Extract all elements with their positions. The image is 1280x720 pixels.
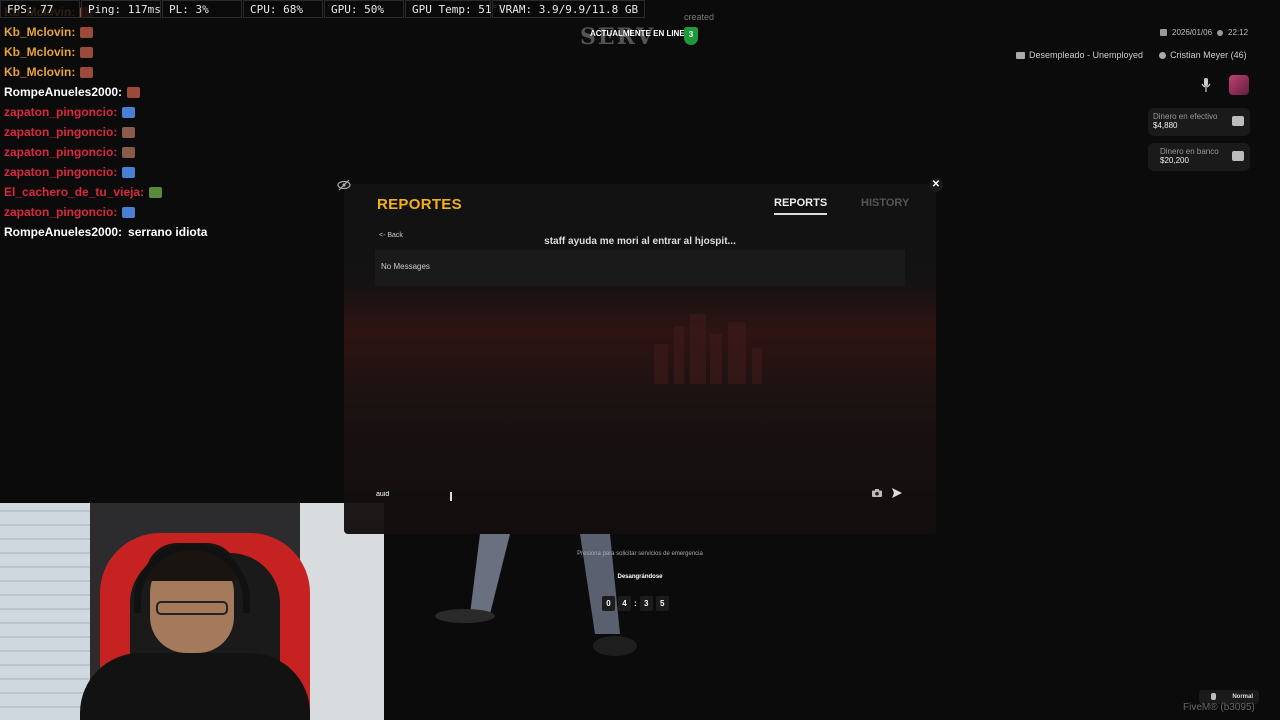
glasses <box>156 601 228 615</box>
emote-icon <box>122 206 136 218</box>
bank-value: $20,200 <box>1160 156 1189 165</box>
job-label: Desempleado - Unemployed <box>1029 50 1144 60</box>
chat-username: zapaton_pingoncio: <box>4 125 118 139</box>
emote-icon <box>122 106 136 118</box>
bank-icon <box>1232 151 1244 161</box>
message-input[interactable] <box>374 484 858 504</box>
clock-icon <box>1217 29 1224 36</box>
chat-message: zapaton_pingoncio: <box>4 142 344 162</box>
fivem-watermark: FiveM® (b3095) <box>1183 702 1255 713</box>
gpu-temp-readout: GPU Temp: 51°C <box>405 0 505 18</box>
player-label: Cristian Meyer (46) <box>1170 50 1247 60</box>
no-messages-label: No Messages <box>381 262 430 271</box>
microphone-icon <box>1211 693 1216 700</box>
respawn-timer: 0 4 : 3 5 <box>602 596 669 611</box>
webcam-wall <box>300 503 384 720</box>
chat-username: zapaton_pingoncio: <box>4 165 118 179</box>
cpu-readout: CPU: 68% <box>243 0 323 18</box>
chat-message: Kb_Mclovin: <box>4 42 344 62</box>
calendar-icon <box>1160 29 1167 36</box>
chat-message: RompeAnueles2000: serrano idiota <box>4 222 344 242</box>
chat-username: zapaton_pingoncio: <box>4 145 118 159</box>
streamer-body <box>80 653 310 720</box>
webcam-wall <box>0 503 90 720</box>
chat-username: zapaton_pingoncio: <box>4 205 118 219</box>
timer-digit: 4 <box>618 596 631 611</box>
chat-username: RompeAnueles2000: <box>4 225 123 239</box>
date-label: 2026/01/06 <box>1172 28 1213 37</box>
chat-message: zapaton_pingoncio: <box>4 202 344 222</box>
date-time: 2026/01/06 22:12 <box>1160 28 1248 37</box>
packet-loss-readout: PL: 3% <box>162 0 242 18</box>
wallet-icon <box>1232 116 1244 126</box>
briefcase-icon <box>1016 52 1025 60</box>
chat-message: Kb_Mclovin: <box>4 62 344 82</box>
timer-digit: 0 <box>602 596 615 611</box>
performance-overlay: FPS: 77 Ping: 117ms PL: 3% CPU: 68% GPU:… <box>0 0 646 18</box>
emote-icon <box>149 186 163 198</box>
close-button[interactable]: ✕ <box>929 178 943 192</box>
emote-icon <box>122 166 136 178</box>
cash-label: Dinero en efectivo <box>1153 112 1218 121</box>
chat-message: zapaton_pingoncio: <box>4 162 344 182</box>
send-icon[interactable] <box>892 488 902 498</box>
timer-digit: 5 <box>655 596 669 611</box>
time-label: 22:12 <box>1228 28 1249 37</box>
tab-reports[interactable]: REPORTS <box>774 197 828 215</box>
emote-icon <box>127 86 141 98</box>
cash-value: $4,880 <box>1153 121 1178 130</box>
emote-icon <box>80 46 94 58</box>
chat-message: zapaton_pingoncio: <box>4 102 344 122</box>
bank-card: Dinero en banco $20,200 <box>1148 143 1250 171</box>
reports-modal: REPORTES REPORTS HISTORY <- Back staff a… <box>344 184 936 534</box>
timer-separator: : <box>634 599 637 608</box>
chat-message: zapaton_pingoncio: <box>4 122 344 142</box>
voice-mode-label: Normal <box>1232 694 1253 700</box>
tab-history[interactable]: HISTORY <box>861 197 909 209</box>
chat-username: Kb_Mclovin: <box>4 25 76 39</box>
job-info: Desempleado - Unemployed Cristian Meyer … <box>1016 50 1247 60</box>
gpu-readout: GPU: 50% <box>324 0 404 18</box>
notification-text: created <box>684 12 715 22</box>
stream-chat: Kb_Mclovin:Kb_Mclovin:Kb_Mclovin:Kb_Mclo… <box>4 2 344 242</box>
webcam-feed <box>0 503 384 720</box>
vram-readout: VRAM: 3.9/9.9/11.8 GB <box>492 0 646 18</box>
chat-username: zapaton_pingoncio: <box>4 105 118 119</box>
emote-icon <box>122 126 136 138</box>
chat-username: Kb_Mclovin: <box>4 45 76 59</box>
fps-readout: FPS: 77 <box>0 0 80 18</box>
emote-icon <box>80 66 94 78</box>
chat-message: RompeAnueles2000: <box>4 82 344 102</box>
city-skyline-background <box>644 304 784 384</box>
player-avatar <box>1229 75 1249 95</box>
chat-message: Kb_Mclovin: <box>4 22 344 42</box>
text-cursor <box>450 492 452 501</box>
chat-message: El_cachero_de_tu_vieja: <box>4 182 344 202</box>
emote-icon <box>80 26 94 38</box>
report-subject: staff ayuda me mori al entrar al hjospit… <box>544 236 736 247</box>
modal-title: REPORTES <box>377 196 462 213</box>
emote-icon <box>122 146 136 158</box>
user-icon <box>1159 52 1167 60</box>
chat-username: RompeAnueles2000: <box>4 85 123 99</box>
chat-username: El_cachero_de_tu_vieja: <box>4 185 145 199</box>
chat-username: Kb_Mclovin: <box>4 65 76 79</box>
online-count-shield-icon: 3 <box>684 27 698 45</box>
messages-panel: No Messages <box>375 250 905 286</box>
microphone-icon <box>1201 78 1211 92</box>
bank-label: Dinero en banco <box>1160 147 1219 156</box>
cash-card: Dinero en efectivo $4,880 <box>1148 108 1250 136</box>
ping-readout: Ping: 117ms <box>81 0 161 18</box>
chat-text: serrano idiota <box>128 225 208 239</box>
timer-digit: 3 <box>639 596 653 611</box>
camera-icon[interactable] <box>872 489 882 497</box>
online-players-label: ACTUALMENTE EN LINEA: <box>590 29 694 38</box>
